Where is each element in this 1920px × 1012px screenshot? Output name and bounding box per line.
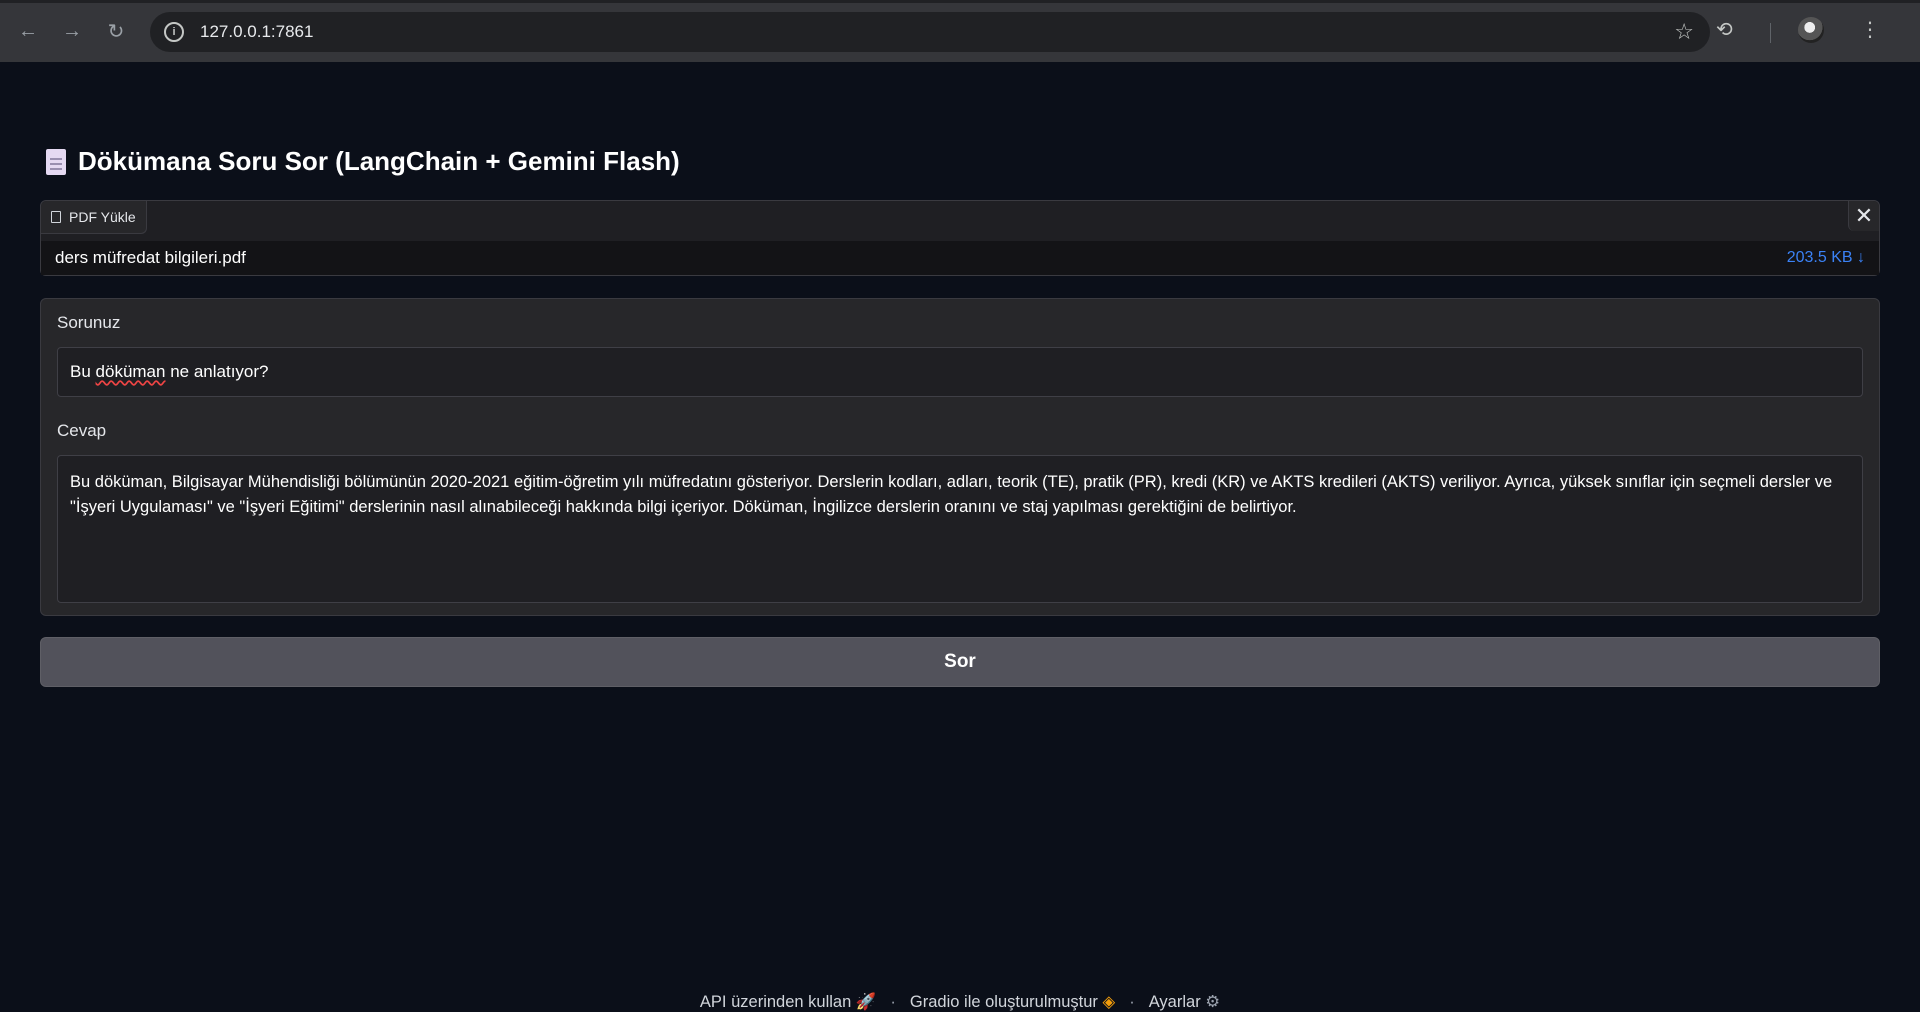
kebab-menu-icon[interactable]: ⋮ <box>1860 17 1880 42</box>
qa-panel: Sorunuz Bu döküman ne anlatıyor? Cevap B… <box>40 298 1880 616</box>
browser-actions: ⟲ ⋮ <box>1710 17 1920 47</box>
reload-button[interactable]: ↻ <box>102 17 130 45</box>
uploaded-file-row: ders müfredat bilgileri.pdf 203.5 KB ↓ <box>41 241 1879 275</box>
document-icon <box>46 148 66 175</box>
question-text-misspelled: döküman <box>95 362 166 381</box>
question-input[interactable]: Bu döküman ne anlatıyor? <box>57 347 1863 397</box>
footer-separator: · <box>890 992 896 1011</box>
settings-link[interactable]: Ayarlar ⚙ <box>1149 992 1220 1012</box>
profile-avatar[interactable] <box>1798 17 1824 43</box>
answer-output[interactable]: Bu döküman, Bilgisayar Mühendisliği bölü… <box>57 455 1863 603</box>
pdf-upload-label: PDF Yükle <box>41 201 147 234</box>
footer-separator: · <box>1129 992 1135 1011</box>
gradio-link[interactable]: Gradio ile oluşturulmuştur ◈ <box>910 992 1115 1012</box>
info-icon[interactable]: i <box>164 22 184 42</box>
answer-label: Cevap <box>57 421 107 440</box>
gradio-logo-icon: ◈ <box>1102 993 1116 1011</box>
history-icon[interactable]: ⟲ <box>1716 17 1733 42</box>
forward-button[interactable]: → <box>58 17 86 45</box>
rocket-icon: 🚀 <box>855 992 877 1011</box>
question-text-start: Bu <box>70 362 96 381</box>
api-link[interactable]: API üzerinden kullan 🚀 <box>700 993 877 1012</box>
footer: API üzerinden kullan 🚀 · Gradio ile oluş… <box>0 992 1920 1012</box>
toolbar-divider <box>1770 23 1771 43</box>
reload-icon: ↻ <box>107 20 125 43</box>
arrow-right-icon: → <box>62 19 82 42</box>
back-button[interactable]: ← <box>14 17 42 45</box>
file-download-link[interactable]: 203.5 KB ↓ <box>1787 249 1865 267</box>
browser-toolbar: ← → ↻ i 127.0.0.1:7861 ☆ ⟲ ⋮ <box>0 0 1920 62</box>
arrow-left-icon: ← <box>18 19 38 42</box>
star-icon[interactable]: ☆ <box>1674 19 1694 45</box>
pdf-upload[interactable]: PDF Yükle ✕ ders müfredat bilgileri.pdf … <box>40 200 1880 276</box>
file-name: ders müfredat bilgileri.pdf <box>55 248 246 267</box>
tab-strip <box>0 0 1920 3</box>
page-title: Dökümana Soru Sor (LangChain + Gemini Fl… <box>46 146 680 177</box>
pdf-upload-label-text: PDF Yükle <box>69 209 136 225</box>
page-title-text: Dökümana Soru Sor (LangChain + Gemini Fl… <box>78 146 680 176</box>
clear-file-button[interactable]: ✕ <box>1848 201 1879 231</box>
file-icon <box>51 211 61 223</box>
ask-button[interactable]: Sor <box>40 637 1880 687</box>
close-icon: ✕ <box>1854 203 1874 228</box>
address-bar[interactable]: i 127.0.0.1:7861 ☆ <box>150 12 1710 52</box>
gear-icon: ⚙ <box>1205 993 1221 1011</box>
question-text-end: ne anlatıyor? <box>165 362 269 381</box>
question-label: Sorunuz <box>57 313 121 332</box>
url-text[interactable]: 127.0.0.1:7861 <box>200 22 313 42</box>
